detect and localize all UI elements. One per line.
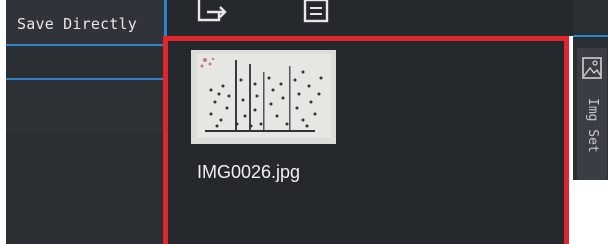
image-icon xyxy=(582,56,602,84)
left-lower-area xyxy=(6,80,166,132)
img-set-label: Img Set xyxy=(585,98,600,153)
divider xyxy=(573,35,608,37)
toolbar xyxy=(167,0,573,36)
right-bottom-area xyxy=(573,180,608,244)
app-window: Save Directly IMG0026.jpg Img Set xyxy=(0,0,608,244)
image-gallery-panel: IMG0026.jpg xyxy=(163,36,569,244)
img-set-tab[interactable]: Img Set xyxy=(577,48,607,180)
right-sidebar: Img Set xyxy=(573,0,608,244)
save-directly-label: Save Directly xyxy=(17,15,137,33)
export-image-icon[interactable] xyxy=(195,0,229,26)
image-thumbnail[interactable] xyxy=(191,50,336,144)
gallery-item[interactable]: IMG0026.jpg xyxy=(191,50,341,190)
left-panel: Save Directly xyxy=(6,0,166,244)
clipboard-icon[interactable] xyxy=(301,0,335,26)
save-directly-row[interactable]: Save Directly xyxy=(6,0,166,44)
divider xyxy=(6,44,166,46)
image-filename: IMG0026.jpg xyxy=(197,162,301,182)
